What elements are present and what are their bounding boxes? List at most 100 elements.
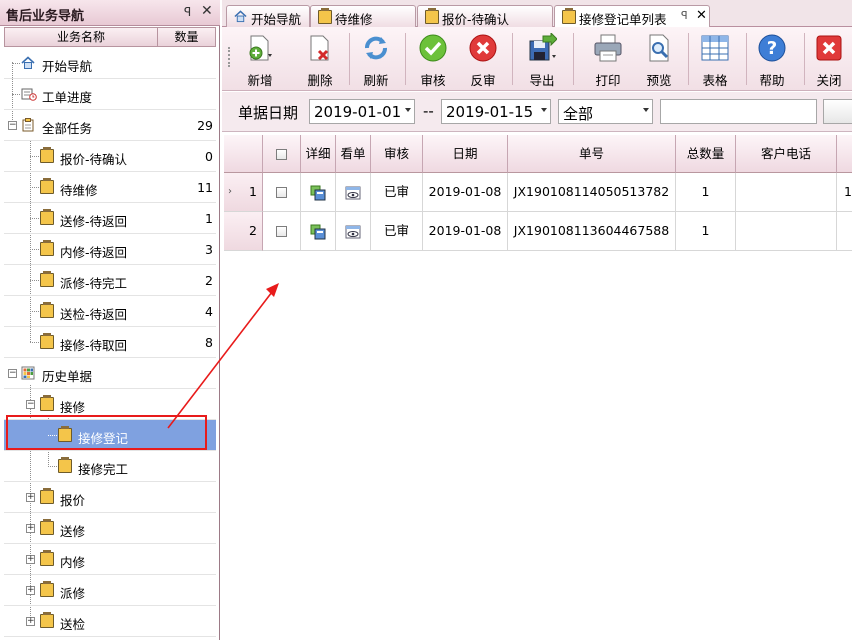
nav-item-dispatch-repair[interactable]: + 派修	[4, 575, 216, 606]
select-all-header[interactable]	[263, 135, 301, 173]
extra-cell: 1	[837, 173, 852, 212]
extra-cell	[837, 212, 852, 251]
print-button[interactable]: 打印	[584, 27, 632, 89]
table-settings-button[interactable]: 表格	[691, 27, 739, 89]
close-button[interactable]: 关闭	[806, 27, 852, 89]
date-from-picker[interactable]: 2019-01-01	[309, 99, 415, 124]
status-select[interactable]: 全部	[558, 99, 653, 124]
preview-button-label: 预览	[646, 73, 672, 88]
nav-item-receive-repair[interactable]: − 接修	[4, 389, 216, 420]
note-icon	[40, 550, 54, 566]
refresh-button[interactable]: 刷新	[352, 27, 400, 89]
preview-button[interactable]: 预览	[635, 27, 683, 89]
row-header[interactable]: › 1	[224, 173, 263, 212]
doc-number-cell: JX190108113604467588	[508, 212, 676, 251]
column-count[interactable]: 数量	[158, 28, 215, 46]
expand-icon[interactable]: +	[26, 524, 35, 533]
column-header-view[interactable]: 看单	[336, 135, 371, 173]
tab-repair-registration-list[interactable]: 接修登记单列表 ꟼ ✕	[554, 5, 710, 28]
collapse-icon[interactable]: −	[8, 369, 17, 378]
detail-icon[interactable]	[310, 224, 326, 240]
chevron-down-icon[interactable]	[643, 108, 649, 112]
expand-icon[interactable]: +	[26, 586, 35, 595]
nav-item-work-order-progress[interactable]: 工单进度	[4, 79, 216, 110]
detail-cell[interactable]	[301, 173, 336, 212]
nav-item-label: 送检	[60, 617, 86, 632]
note-icon	[40, 612, 54, 628]
nav-item-sent-repair[interactable]: + 送修	[4, 513, 216, 544]
nav-item-start-guide[interactable]: 开始导航	[4, 48, 216, 79]
help-button[interactable]: ? 帮助	[748, 27, 796, 89]
nav-item-awaiting-repair[interactable]: 待维修 11	[4, 172, 216, 203]
approve-button[interactable]: 审核	[409, 27, 457, 89]
task-count: 2	[205, 273, 213, 288]
view-cell[interactable]	[336, 212, 371, 251]
row-header-corner[interactable]	[224, 135, 263, 173]
search-input[interactable]	[660, 99, 817, 124]
row-checkbox-cell[interactable]	[263, 173, 301, 212]
collapse-icon[interactable]: −	[8, 121, 17, 130]
nav-item-inspection[interactable]: + 送检	[4, 606, 216, 637]
column-header-detail[interactable]: 详细	[301, 135, 336, 173]
chevron-down-icon[interactable]	[405, 108, 411, 112]
expand-icon[interactable]: +	[26, 555, 35, 564]
detail-cell[interactable]	[301, 212, 336, 251]
export-button[interactable]: 导出	[518, 27, 566, 89]
column-header-approval[interactable]: 审核	[371, 135, 423, 173]
collapse-icon[interactable]: −	[26, 400, 35, 409]
row-checkbox[interactable]	[276, 187, 287, 198]
close-icon[interactable]: ✕	[201, 3, 213, 19]
column-business-name[interactable]: 业务名称	[5, 28, 158, 46]
delete-button[interactable]: 删除	[296, 27, 344, 89]
nav-item-history-documents[interactable]: − 历史单据	[4, 358, 216, 389]
filter-bar: 单据日期 2019-01-01 -- 2019-01-15 全部	[222, 92, 852, 132]
nav-item-dispatch-completion[interactable]: 派修-待完工 2	[4, 265, 216, 296]
view-cell[interactable]	[336, 173, 371, 212]
nav-item-quote-pending[interactable]: 报价-待确认 0	[4, 141, 216, 172]
nav-item-repair-completion[interactable]: 接修完工	[4, 451, 216, 482]
expand-icon[interactable]: +	[26, 493, 35, 502]
column-header-doc-number[interactable]: 单号	[508, 135, 676, 173]
nav-item-internal-repair-return[interactable]: 内修-待返回 3	[4, 234, 216, 265]
pin-icon[interactable]: ꟼ	[184, 5, 191, 19]
date-to-picker[interactable]: 2019-01-15	[441, 99, 551, 124]
nav-item-label: 工单进度	[42, 90, 93, 105]
expand-icon[interactable]: +	[26, 617, 35, 626]
toolbar-grip[interactable]	[228, 47, 232, 67]
nav-item-internal-repair[interactable]: + 内修	[4, 544, 216, 575]
nav-item-label: 报价-待确认	[60, 152, 128, 167]
nav-item-sent-repair-return[interactable]: 送修-待返回 1	[4, 203, 216, 234]
nav-item-all-tasks[interactable]: − 全部任务 29	[4, 110, 216, 141]
pin-icon[interactable]: ꟼ	[681, 9, 688, 22]
new-button[interactable]: 新增	[236, 27, 284, 89]
view-document-icon[interactable]	[345, 186, 361, 200]
tab-start-guide[interactable]: 开始导航	[226, 5, 310, 27]
help-icon: ?	[758, 34, 786, 62]
date-from-value: 2019-01-01	[314, 103, 402, 121]
nav-item-label: 接修	[60, 400, 86, 415]
column-header-date[interactable]: 日期	[423, 135, 508, 173]
row-header[interactable]: 2	[224, 212, 263, 251]
search-button[interactable]	[823, 99, 852, 124]
tab-quote-pending[interactable]: 报价-待确认	[417, 5, 553, 27]
row-checkbox[interactable]	[276, 226, 287, 237]
view-document-icon[interactable]	[345, 225, 361, 239]
nav-item-repair-registration[interactable]: 接修登记	[4, 420, 216, 451]
nav-item-pickup-pending[interactable]: 接修-待取回 8	[4, 327, 216, 358]
nav-item-inspection-return[interactable]: 送检-待返回 4	[4, 296, 216, 327]
column-header-customer-phone[interactable]: 客户电话	[736, 135, 837, 173]
detail-icon[interactable]	[310, 185, 326, 201]
tab-awaiting-repair[interactable]: 待维修	[310, 5, 416, 27]
column-header-total-qty[interactable]: 总数量	[676, 135, 736, 173]
unapprove-button[interactable]: 反审	[459, 27, 507, 89]
nav-item-quote[interactable]: + 报价	[4, 482, 216, 513]
help-button-label: 帮助	[759, 73, 785, 88]
column-header-more[interactable]	[837, 135, 852, 173]
close-tab-icon[interactable]: ✕	[696, 8, 707, 23]
nav-item-label: 送修	[60, 524, 86, 539]
row-checkbox-cell[interactable]	[263, 212, 301, 251]
nav-item-label: 送检-待返回	[60, 307, 128, 322]
select-all-checkbox[interactable]	[276, 149, 287, 160]
chevron-down-icon[interactable]	[541, 108, 547, 112]
check-icon	[419, 34, 447, 62]
